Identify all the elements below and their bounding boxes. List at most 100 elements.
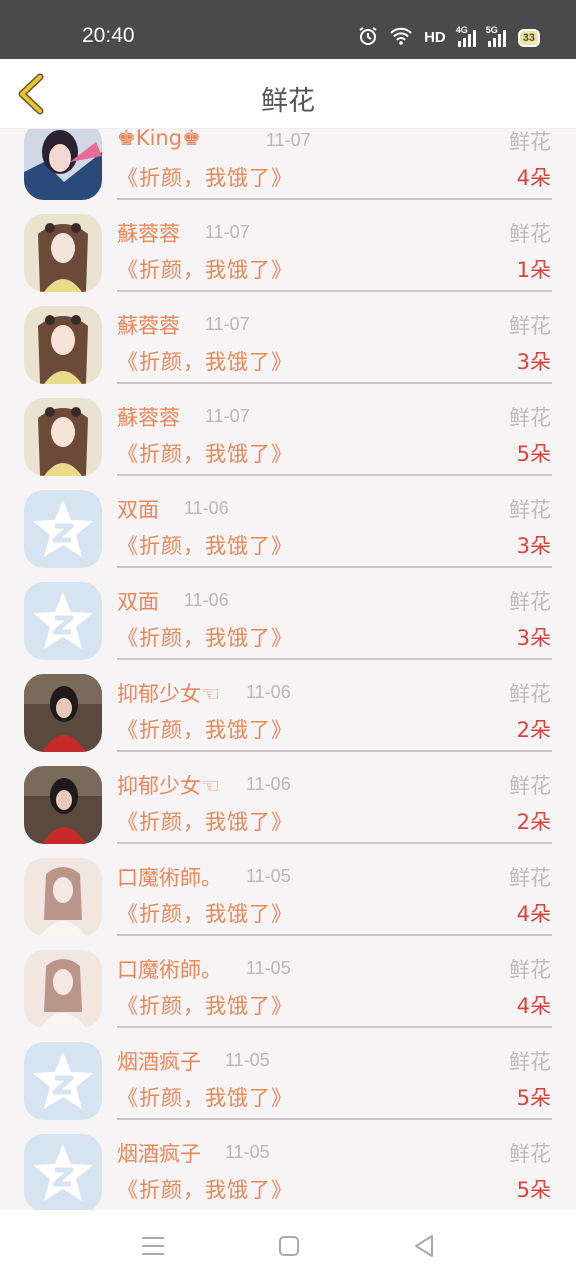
user-name[interactable]: 蘇蓉蓉	[117, 218, 180, 248]
row-divider	[117, 934, 552, 936]
list-item[interactable]: 蘇蓉蓉 11-07 鲜花《折颜，我饿了》 5朵	[0, 392, 576, 484]
avatar[interactable]	[24, 398, 102, 476]
user-name[interactable]: 蘇蓉蓉	[117, 310, 180, 340]
gift-date: 11-06	[184, 590, 229, 610]
flower-count: 3朵	[516, 350, 551, 374]
gift-type: 鲜花	[509, 498, 551, 522]
hd-indicator: HD	[424, 29, 446, 46]
book-title[interactable]: 《折颜，我饿了》	[117, 162, 293, 192]
avatar[interactable]	[24, 306, 102, 384]
flower-count: 4朵	[516, 166, 551, 190]
gift-type: 鲜花	[509, 958, 551, 982]
gift-date: 11-05	[225, 1050, 270, 1070]
book-title[interactable]: 《折颜，我饿了》	[117, 438, 293, 468]
list-item[interactable]: 口魔術師。 11-05 鲜花《折颜，我饿了》 4朵	[0, 944, 576, 1036]
gift-type: 鲜花	[509, 1142, 551, 1166]
flower-count: 5朵	[516, 1178, 551, 1202]
gift-type: 鲜花	[509, 682, 551, 706]
list-item[interactable]: 双面 11-06 鲜花 《折颜，我饿了》 3朵	[0, 576, 576, 668]
flower-gift-list[interactable]: ♚King♚ 11-07 鲜花 《折颜，我饿了》 4朵 蘇蓉蓉 11-07 鲜花 《折颜，我饿了…	[0, 129, 576, 1210]
menu-button[interactable]	[138, 1232, 168, 1260]
gift-date: 11-05	[225, 1142, 270, 1162]
row-divider	[117, 658, 552, 660]
row-divider	[117, 1118, 552, 1120]
gift-date: 11-06	[246, 682, 291, 702]
user-name[interactable]: 口魔術師。	[117, 954, 222, 984]
system-nav-bar	[0, 1210, 576, 1280]
avatar[interactable]	[24, 582, 102, 660]
back-triangle-icon	[415, 1235, 433, 1257]
user-name[interactable]: ♚King♚	[117, 129, 201, 150]
gift-date: 11-06	[184, 498, 229, 518]
list-item[interactable]: 蘇蓉蓉 11-07 鲜花 《折颜，我饿了》 3朵	[0, 300, 576, 392]
gift-type: 鲜花	[509, 590, 551, 614]
gift-type: 鲜花	[509, 406, 551, 430]
book-title[interactable]: 《折颜，我饿了》	[117, 714, 293, 744]
flower-count: 1朵	[516, 258, 551, 282]
list-item[interactable]: 抑郁少女☜ 11-06 鲜花 《折颜，我饿了》 2朵	[0, 760, 576, 852]
book-title[interactable]: 《折颜，我饿了》	[117, 622, 293, 652]
app-header: 鲜花	[0, 59, 576, 129]
row-divider	[117, 1026, 552, 1028]
battery-icon: 33	[517, 28, 540, 47]
signal-5g-icon: 5G	[486, 25, 506, 47]
gift-date: 11-07	[205, 314, 250, 334]
row-divider	[117, 198, 552, 200]
user-name[interactable]: 口魔術師。	[117, 862, 222, 892]
list-item[interactable]: ♚King♚ 11-07 鲜花 《折颜，我饿了》 4朵	[0, 129, 576, 208]
gift-type: 鲜花	[509, 866, 551, 890]
list-item[interactable]: 烟酒疯子 11-05 鲜花《折颜，我饿了》 5朵	[0, 1036, 576, 1128]
flower-count: 2朵	[516, 718, 551, 742]
nav-back-button[interactable]	[410, 1232, 440, 1260]
list-item[interactable]: 蘇蓉蓉 11-07 鲜花 《折颜，我饿了》 1朵	[0, 208, 576, 300]
list-item[interactable]: 口魔術師。 11-05 鲜花《折颜，我饿了》 4朵	[0, 852, 576, 944]
list-item[interactable]: 双面 11-06 鲜花 《折颜，我饿了》 3朵	[0, 484, 576, 576]
avatar[interactable]	[24, 950, 102, 1028]
home-button[interactable]	[274, 1232, 304, 1260]
page-title: 鲜花	[261, 86, 315, 117]
gift-type: 鲜花	[509, 1050, 551, 1074]
user-name[interactable]: 烟酒疯子	[117, 1138, 201, 1168]
avatar[interactable]	[24, 766, 102, 844]
avatar[interactable]	[24, 490, 102, 568]
book-title[interactable]: 《折颜，我饿了》	[117, 990, 293, 1020]
status-time: 20:40	[82, 24, 135, 47]
avatar[interactable]	[24, 674, 102, 752]
flower-count: 5朵	[516, 442, 551, 466]
avatar[interactable]	[24, 858, 102, 936]
flower-count: 4朵	[516, 902, 551, 926]
book-title[interactable]: 《折颜，我饿了》	[117, 346, 293, 376]
flower-count: 4朵	[516, 994, 551, 1018]
user-name[interactable]: 双面	[117, 586, 159, 616]
book-title[interactable]: 《折颜，我饿了》	[117, 1174, 293, 1204]
user-name[interactable]: 烟酒疯子	[117, 1046, 201, 1076]
user-name[interactable]: 抑郁少女☜	[117, 770, 220, 800]
flower-count: 5朵	[516, 1086, 551, 1110]
book-title[interactable]: 《折颜，我饿了》	[117, 898, 293, 928]
list-item[interactable]: 抑郁少女☜ 11-06 鲜花《折颜，我饿了》 2朵	[0, 668, 576, 760]
gift-date: 11-07	[205, 406, 250, 426]
user-name[interactable]: 双面	[117, 494, 159, 524]
book-title[interactable]: 《折颜，我饿了》	[117, 530, 293, 560]
row-divider	[117, 290, 552, 292]
book-title[interactable]: 《折颜，我饿了》	[117, 254, 293, 284]
row-divider	[117, 842, 552, 844]
avatar[interactable]	[24, 129, 102, 200]
status-icons: HD 4G 5G 33	[358, 25, 540, 49]
gift-date: 11-07	[205, 222, 250, 242]
user-name[interactable]: 蘇蓉蓉	[117, 402, 180, 432]
user-name[interactable]: 抑郁少女☜	[117, 678, 220, 708]
menu-icon	[142, 1237, 164, 1255]
row-divider	[117, 566, 552, 568]
list-item[interactable]: 烟酒疯子 11-05 鲜花《折颜，我饿了》 5朵	[0, 1128, 576, 1210]
book-title[interactable]: 《折颜，我饿了》	[117, 806, 293, 836]
gift-date: 11-05	[246, 958, 291, 978]
flower-count: 2朵	[516, 810, 551, 834]
alarm-icon	[358, 26, 378, 49]
gift-date: 11-05	[246, 866, 291, 886]
avatar[interactable]	[24, 1134, 102, 1210]
avatar[interactable]	[24, 214, 102, 292]
book-title[interactable]: 《折颜，我饿了》	[117, 1082, 293, 1112]
avatar[interactable]	[24, 1042, 102, 1120]
gift-date: 11-06	[246, 774, 291, 794]
